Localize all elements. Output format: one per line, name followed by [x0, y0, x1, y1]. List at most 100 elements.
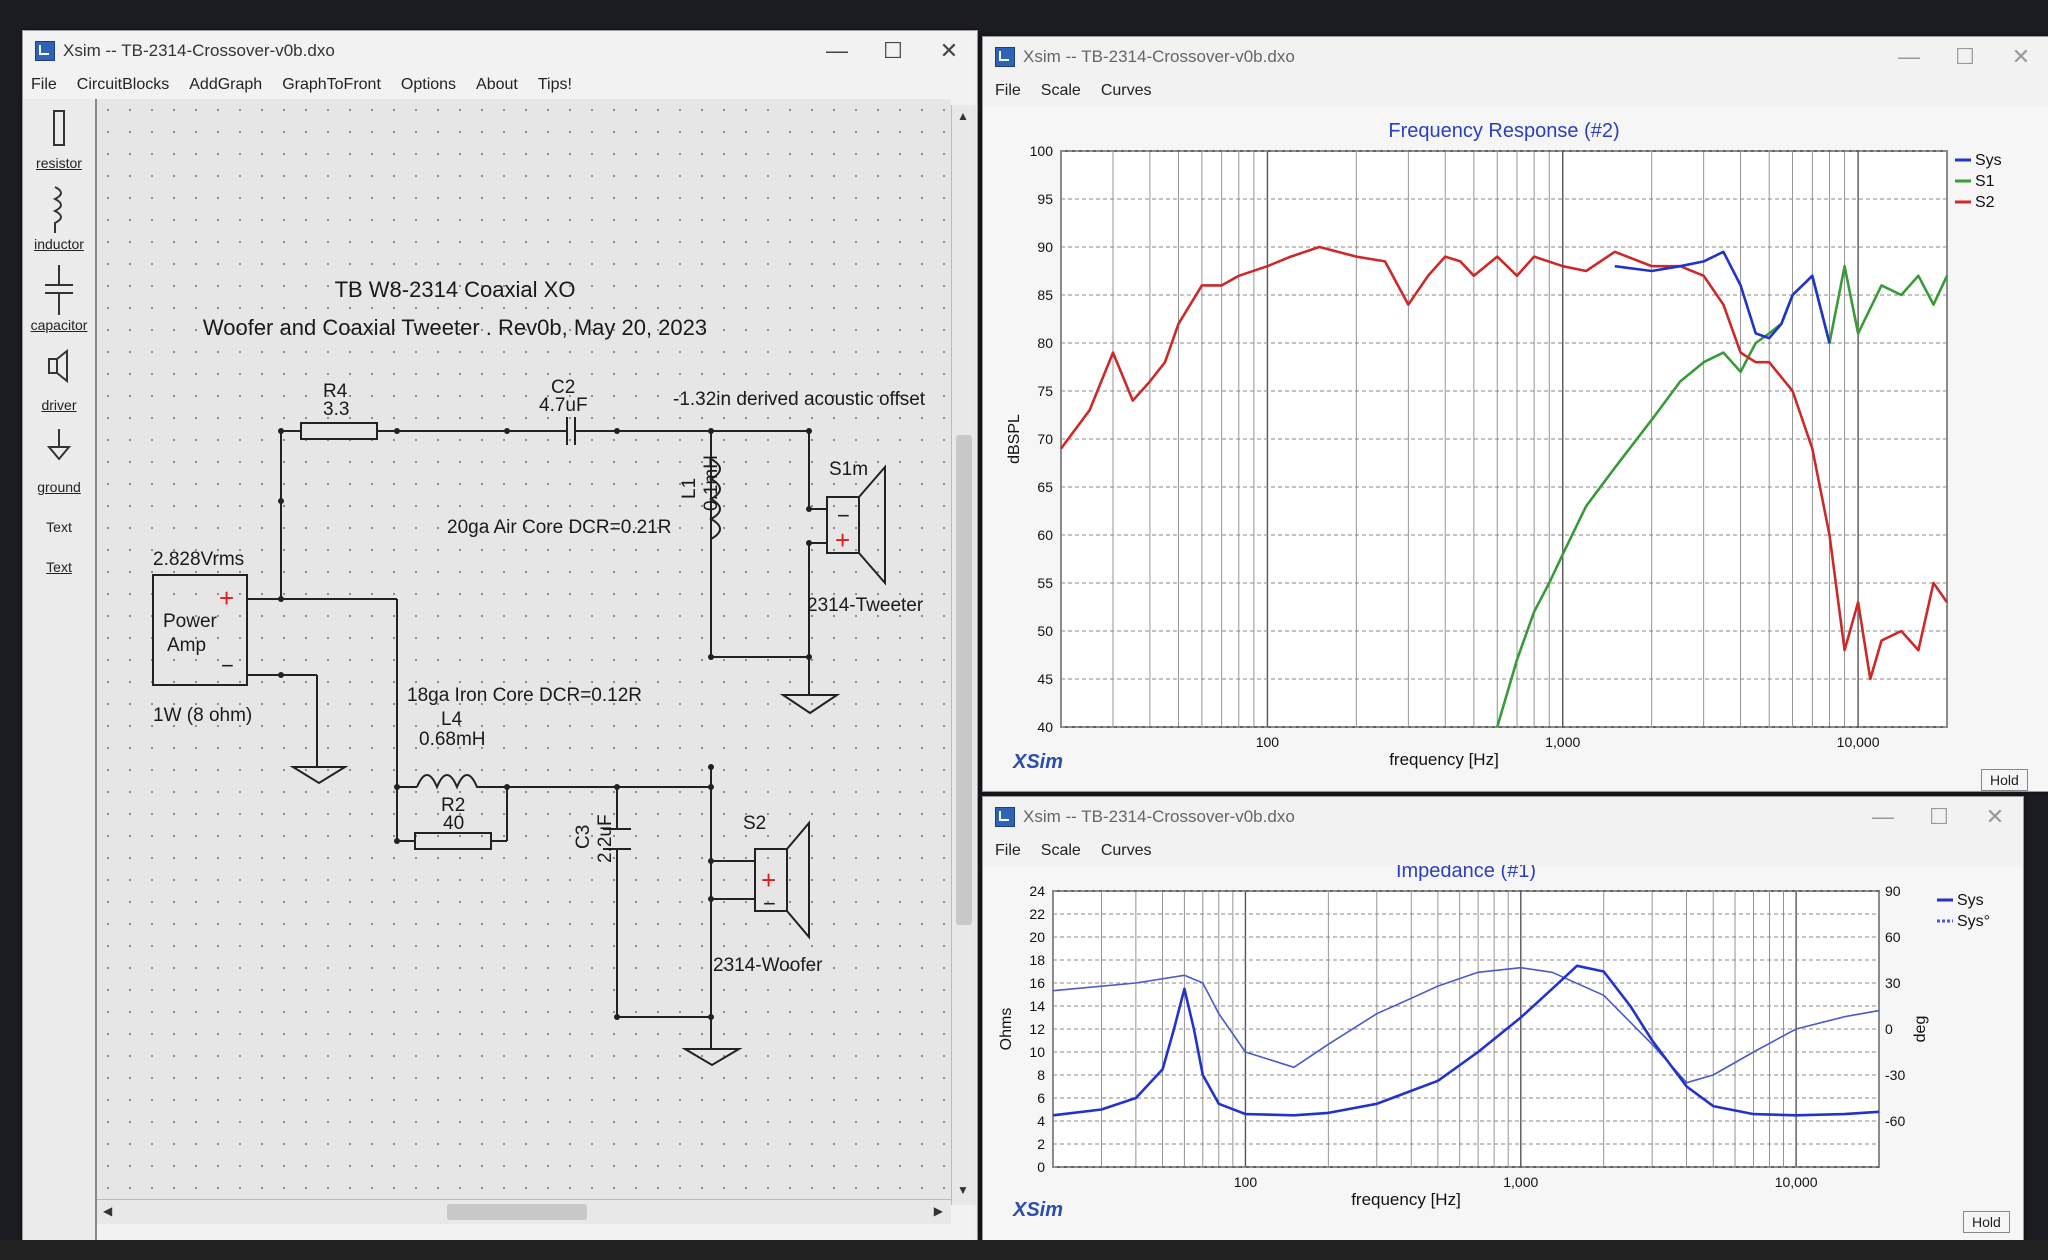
x-tick-label: 10,000 [1837, 734, 1880, 750]
tool-driver[interactable]: driver [23, 397, 95, 413]
chart-title: Frequency Response (#2) [1388, 120, 1619, 142]
menu-addgraph[interactable]: AddGraph [189, 76, 262, 94]
window-title: Xsim -- TB-2314-Crossover-v0b.dxo [1023, 807, 1295, 826]
schematic-horizontal-scrollbar[interactable]: ◀ ▶ [97, 1199, 951, 1224]
maximize-icon[interactable]: ☐ [1911, 797, 1967, 837]
vertical-scroll-thumb[interactable] [956, 435, 972, 925]
l4-note: 18ga Iron Core DCR=0.12R [407, 685, 642, 706]
menu-options[interactable]: Options [401, 76, 456, 94]
capacitor-icon[interactable] [41, 265, 77, 315]
s2-name: S2 [743, 813, 766, 834]
amp-note: 1W (8 ohm) [153, 705, 252, 726]
y-tick-label: 70 [1037, 431, 1053, 447]
s1-label: 2314-Tweeter [807, 595, 924, 616]
menu-about[interactable]: About [476, 76, 518, 94]
r2-value: 40 [443, 813, 464, 834]
y-tick-label: 14 [1029, 998, 1045, 1014]
menu-graphtofront[interactable]: GraphToFront [282, 76, 381, 94]
driver-icon[interactable] [45, 349, 73, 385]
menu-scale[interactable]: Scale [1041, 82, 1081, 100]
component-toolbox: resistor inductor capacitor driver groun… [23, 99, 97, 1241]
menu-scale[interactable]: Scale [1041, 842, 1081, 860]
inductor-icon[interactable] [45, 185, 73, 235]
freq-titlebar[interactable]: Xsim -- TB-2314-Crossover-v0b.dxo — ☐ ✕ [983, 37, 2048, 77]
schematic-titlebar[interactable]: Xsim -- TB-2314-Crossover-v0b.dxo — ☐ ✕ [23, 31, 977, 71]
ground-icon[interactable] [45, 429, 73, 465]
l4-value: 0.68mH [419, 729, 486, 750]
tool-capacitor[interactable]: capacitor [23, 317, 95, 333]
y-tick-label: 20 [1029, 929, 1045, 945]
frequency-response-graph[interactable]: 40 45 50 55 60 65 70 75 80 85 90 95 100 100 1,000 10,00… [983, 105, 2048, 791]
window-title: Xsim -- TB-2314-Crossover-v0b.dxo [1023, 47, 1295, 66]
menu-circuitblocks[interactable]: CircuitBlocks [77, 76, 169, 94]
x-tick-label: 100 [1256, 734, 1280, 750]
tool-text-1[interactable]: Text [23, 519, 95, 535]
y2-tick-label: -30 [1885, 1067, 1905, 1083]
xsim-app-icon [35, 41, 55, 61]
y-tick-label: 12 [1029, 1021, 1045, 1037]
impedance-chart: 024681012141618202224-60-300306090100 1,0… [998, 865, 1990, 1209]
schematic-menubar: File CircuitBlocks AddGraph GraphToFront… [23, 71, 977, 99]
s2-label: 2314-Woofer [713, 955, 823, 976]
menu-file[interactable]: File [31, 76, 57, 94]
tool-resistor[interactable]: resistor [23, 155, 95, 171]
close-icon[interactable]: ✕ [921, 31, 977, 71]
imp-titlebar[interactable]: Xsim -- TB-2314-Crossover-v0b.dxo — ☐ ✕ [983, 797, 2023, 837]
legend-label: S1 [1975, 173, 1995, 190]
y-tick-label: 85 [1037, 287, 1053, 303]
schematic-vertical-scrollbar[interactable]: ▲ ▼ [951, 105, 976, 1205]
x-axis-label: frequency [Hz] [1351, 1190, 1461, 1209]
schematic-canvas[interactable]: TB W8-2314 Coaxial XO Woofer and Coaxial… [97, 99, 951, 1199]
legend-label: S2 [1975, 194, 1995, 211]
horizontal-scroll-thumb[interactable] [447, 1204, 587, 1220]
y-axis-label: dBSPL [1006, 414, 1023, 464]
tool-text-2[interactable]: Text [23, 559, 95, 575]
y-tick-label: 80 [1037, 335, 1053, 351]
scroll-right-icon[interactable]: ▶ [934, 1204, 943, 1218]
x-tick-label: 100 [1234, 1174, 1258, 1190]
y-tick-label: 55 [1037, 575, 1053, 591]
resistor-icon[interactable] [45, 107, 73, 149]
x-tick-label: 10,000 [1775, 1174, 1818, 1190]
scroll-down-icon[interactable]: ▼ [957, 1183, 969, 1197]
y-tick-label: 95 [1037, 191, 1053, 207]
maximize-icon[interactable]: ☐ [1937, 37, 1993, 77]
window-title: Xsim -- TB-2314-Crossover-v0b.dxo [63, 41, 335, 60]
y2-tick-label: 0 [1885, 1021, 1893, 1037]
menu-curves[interactable]: Curves [1101, 842, 1152, 860]
amp-plus-sign: + [219, 583, 234, 613]
tool-ground[interactable]: ground [23, 479, 95, 495]
y2-tick-label: 90 [1885, 883, 1901, 899]
xsim-app-icon [995, 47, 1015, 67]
x-tick-label: 1,000 [1503, 1174, 1538, 1190]
xsim-app-icon [995, 807, 1015, 827]
amp-voltage: 2.828Vrms [153, 549, 244, 570]
hold-button[interactable]: Hold [1981, 769, 2028, 791]
y-tick-label: 6 [1037, 1090, 1045, 1106]
menu-curves[interactable]: Curves [1101, 82, 1152, 100]
legend-label: Sys [1975, 152, 2002, 169]
tool-inductor[interactable]: inductor [23, 236, 95, 252]
menu-tips[interactable]: Tips! [538, 76, 572, 94]
y-tick-label: 2 [1037, 1136, 1045, 1152]
scroll-left-icon[interactable]: ◀ [103, 1204, 112, 1218]
frequency-response-chart: 40 45 50 55 60 65 70 75 80 85 90 95 100 100 1,000 10,00… [1006, 120, 2002, 769]
hold-button[interactable]: Hold [1963, 1211, 2010, 1233]
l1-name: L1 [679, 478, 700, 499]
s1-name: S1m [829, 459, 868, 480]
scroll-up-icon[interactable]: ▲ [957, 109, 969, 123]
minimize-icon[interactable]: — [1881, 37, 1937, 77]
menu-file[interactable]: File [995, 842, 1021, 860]
imp-menubar: File Scale Curves [983, 837, 2023, 865]
minimize-icon[interactable]: — [1855, 797, 1911, 837]
impedance-graph[interactable]: 0 2 4 6 8 10 12 14 16 18 20 22 24 -60 -30 0 30 60 90 100 1,0… [983, 865, 2023, 1241]
close-icon[interactable]: ✕ [1993, 37, 2048, 77]
r4-value: 3.3 [323, 399, 349, 420]
legend-label: Sys [1957, 892, 1984, 909]
close-icon[interactable]: ✕ [1967, 797, 2023, 837]
maximize-icon[interactable]: ☐ [865, 31, 921, 71]
minimize-icon[interactable]: — [809, 31, 865, 71]
taskbar [0, 1240, 2048, 1260]
menu-file[interactable]: File [995, 82, 1021, 100]
frequency-response-window: Xsim -- TB-2314-Crossover-v0b.dxo — ☐ ✕ … [982, 36, 2048, 792]
